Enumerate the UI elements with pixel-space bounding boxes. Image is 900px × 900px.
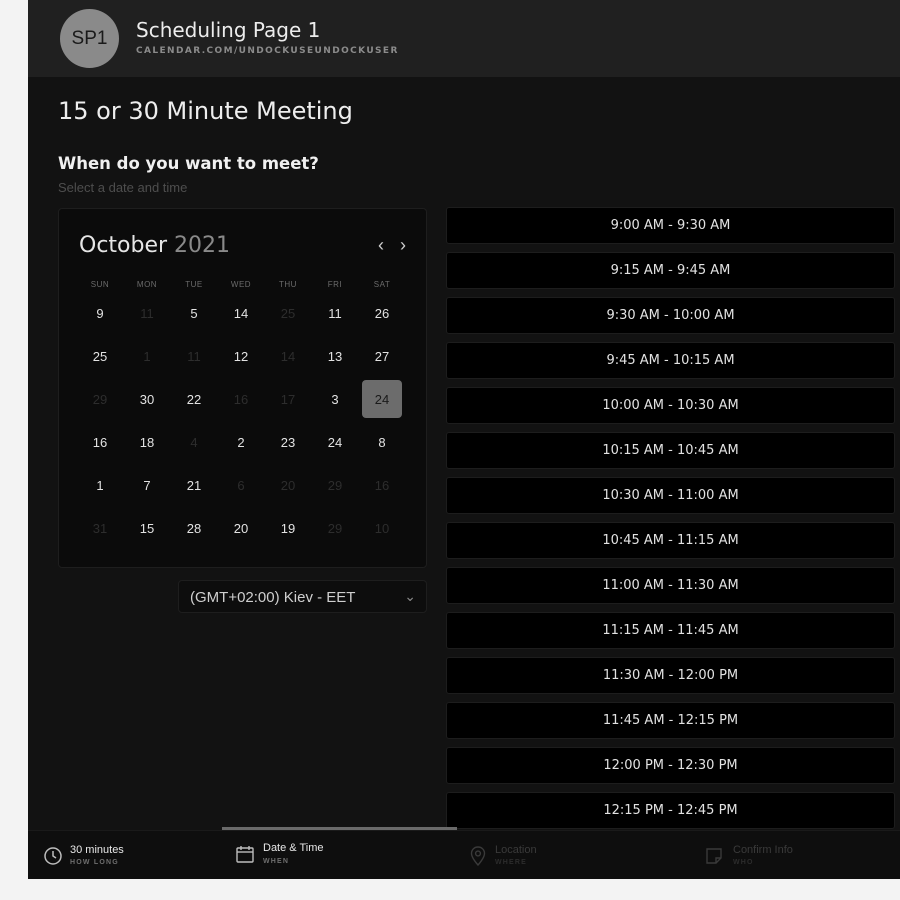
- time-slot-button[interactable]: 9:30 AM - 10:00 AM: [446, 297, 895, 334]
- calendar-day[interactable]: 14: [221, 294, 261, 332]
- calendar-day[interactable]: 8: [362, 423, 402, 461]
- calendar-day[interactable]: 16: [80, 423, 120, 461]
- time-slot-button[interactable]: 11:30 AM - 12:00 PM: [446, 657, 895, 694]
- step-subtitle: HOW LONG: [70, 859, 119, 866]
- calendar-day[interactable]: 19: [268, 509, 308, 547]
- calendar-day: 4: [190, 434, 198, 450]
- page-title: 15 or 30 Minute Meeting: [58, 97, 353, 125]
- step-location[interactable]: Location WHERE: [457, 831, 677, 879]
- time-slot-button[interactable]: 9:45 AM - 10:15 AM: [446, 342, 895, 379]
- calendar-day[interactable]: 22: [174, 380, 214, 418]
- calendar-day[interactable]: 18: [127, 423, 167, 461]
- calendar-year: 2021: [174, 233, 231, 258]
- calendar-day[interactable]: 15: [127, 509, 167, 547]
- calendar-day: 29: [92, 391, 108, 407]
- time-slot-button[interactable]: 10:30 AM - 11:00 AM: [446, 477, 895, 514]
- calendar-day[interactable]: 13: [315, 337, 355, 375]
- calendar-day[interactable]: 7: [127, 466, 167, 504]
- weekday-label: SUN: [90, 280, 110, 289]
- step-confirm-info[interactable]: Confirm Info WHO: [677, 831, 900, 879]
- avatar: SP1: [60, 9, 119, 68]
- booking-steps-bar: 30 minutes HOW LONG Date & Time WHEN Loc…: [28, 830, 900, 879]
- calendar-day[interactable]: 28: [174, 509, 214, 547]
- time-slot-button[interactable]: 9:15 AM - 9:45 AM: [446, 252, 895, 289]
- calendar-day[interactable]: 5: [174, 294, 214, 332]
- scheduling-page-title: Scheduling Page 1: [136, 18, 321, 42]
- calendar-month-year: October 2021: [79, 233, 230, 258]
- time-slot-button[interactable]: 11:00 AM - 11:30 AM: [446, 567, 895, 604]
- location-pin-icon: [470, 846, 486, 867]
- section-heading: When do you want to meet?: [58, 154, 319, 173]
- calendar-day: 17: [280, 391, 296, 407]
- time-slot-button[interactable]: 10:45 AM - 11:15 AM: [446, 522, 895, 559]
- time-slot-button[interactable]: 9:00 AM - 9:30 AM: [446, 207, 895, 244]
- calendar-day[interactable]: 27: [362, 337, 402, 375]
- note-icon: [706, 848, 722, 864]
- time-slot-button[interactable]: 11:15 AM - 11:45 AM: [446, 612, 895, 649]
- next-month-chevron-right-icon[interactable]: ›: [395, 235, 411, 257]
- step-subtitle: WHO: [733, 859, 754, 866]
- weekday-header: SUN MON TUE WED THU FRI SAT: [79, 280, 409, 292]
- time-slot-button[interactable]: 12:15 PM - 12:45 PM: [446, 792, 895, 829]
- calendar-day: 20: [280, 477, 296, 493]
- calendar-day[interactable]: 21: [174, 466, 214, 504]
- section-subtitle: Select a date and time: [58, 180, 188, 195]
- calendar-day[interactable]: 23: [268, 423, 308, 461]
- step-date-time[interactable]: Date & Time WHEN: [222, 831, 457, 879]
- calendar-day: 29: [327, 477, 343, 493]
- calendar-day: 11: [187, 348, 201, 364]
- chevron-down-icon: ⌄: [404, 588, 416, 604]
- weekday-label: MON: [136, 280, 158, 289]
- time-slot-button[interactable]: 12:00 PM - 12:30 PM: [446, 747, 895, 784]
- calendar-day[interactable]: 25: [80, 337, 120, 375]
- weekday-label: THU: [279, 280, 297, 289]
- scheduling-page-url[interactable]: CALENDAR.COM/UNDOCKUSEUNDOCKUSER: [136, 46, 399, 56]
- step-title: Location: [495, 844, 537, 856]
- weekday-label: SAT: [373, 280, 391, 289]
- step-title: Date & Time: [263, 842, 324, 854]
- weekday-label: FRI: [327, 280, 343, 289]
- calendar-day[interactable]: 30: [127, 380, 167, 418]
- calendar-day: 10: [374, 520, 390, 536]
- calendar-day[interactable]: 24: [315, 423, 355, 461]
- calendar-day[interactable]: 9: [80, 294, 120, 332]
- weekday-label: WED: [230, 280, 252, 289]
- calendar-days-grid: 9 11 5 14 25 11 26 25 1 11 12 14 13 27 29 30 22 16 17 3 24 16…: [79, 293, 409, 551]
- calendar-day: 16: [374, 477, 390, 493]
- timezone-select[interactable]: (GMT+02:00) Kiev - EET ⌄: [178, 580, 427, 613]
- scheduling-app: SP1 Scheduling Page 1 CALENDAR.COM/UNDOC…: [28, 0, 900, 879]
- step-duration[interactable]: 30 minutes HOW LONG: [28, 831, 222, 879]
- step-subtitle: WHEN: [263, 858, 290, 865]
- header: SP1 Scheduling Page 1 CALENDAR.COM/UNDOC…: [28, 0, 900, 77]
- calendar-day: 29: [327, 520, 343, 536]
- calendar-day: 1: [143, 348, 151, 364]
- calendar-day[interactable]: 26: [362, 294, 402, 332]
- clock-icon: [44, 847, 62, 865]
- calendar-day: 11: [140, 305, 154, 321]
- step-title: Confirm Info: [733, 844, 793, 856]
- date-picker-calendar: October 2021 ‹ › SUN MON TUE WED THU FRI…: [58, 208, 427, 568]
- time-slot-button[interactable]: 11:45 AM - 12:15 PM: [446, 702, 895, 739]
- time-slot-button[interactable]: 10:00 AM - 10:30 AM: [446, 387, 895, 424]
- calendar-day[interactable]: 20: [221, 509, 261, 547]
- calendar-day[interactable]: 3: [315, 380, 355, 418]
- calendar-day[interactable]: 2: [221, 423, 261, 461]
- step-subtitle: WHERE: [495, 859, 528, 866]
- calendar-day[interactable]: 12: [221, 337, 261, 375]
- calendar-day-selected[interactable]: 24: [362, 380, 402, 418]
- calendar-day[interactable]: 11: [315, 294, 355, 332]
- calendar-day: 31: [92, 520, 108, 536]
- weekday-label: TUE: [185, 280, 203, 289]
- prev-month-chevron-left-icon[interactable]: ‹: [373, 235, 389, 257]
- calendar-day: 14: [280, 348, 296, 364]
- time-slot-button[interactable]: 10:15 AM - 10:45 AM: [446, 432, 895, 469]
- calendar-day: 25: [280, 305, 296, 321]
- calendar-day[interactable]: 1: [80, 466, 120, 504]
- timezone-value: (GMT+02:00) Kiev - EET: [190, 589, 356, 606]
- calendar-month: October: [79, 233, 168, 258]
- calendar-icon: [236, 846, 254, 863]
- calendar-day: 16: [233, 391, 249, 407]
- calendar-day: 6: [237, 477, 245, 493]
- step-title: 30 minutes: [70, 844, 124, 856]
